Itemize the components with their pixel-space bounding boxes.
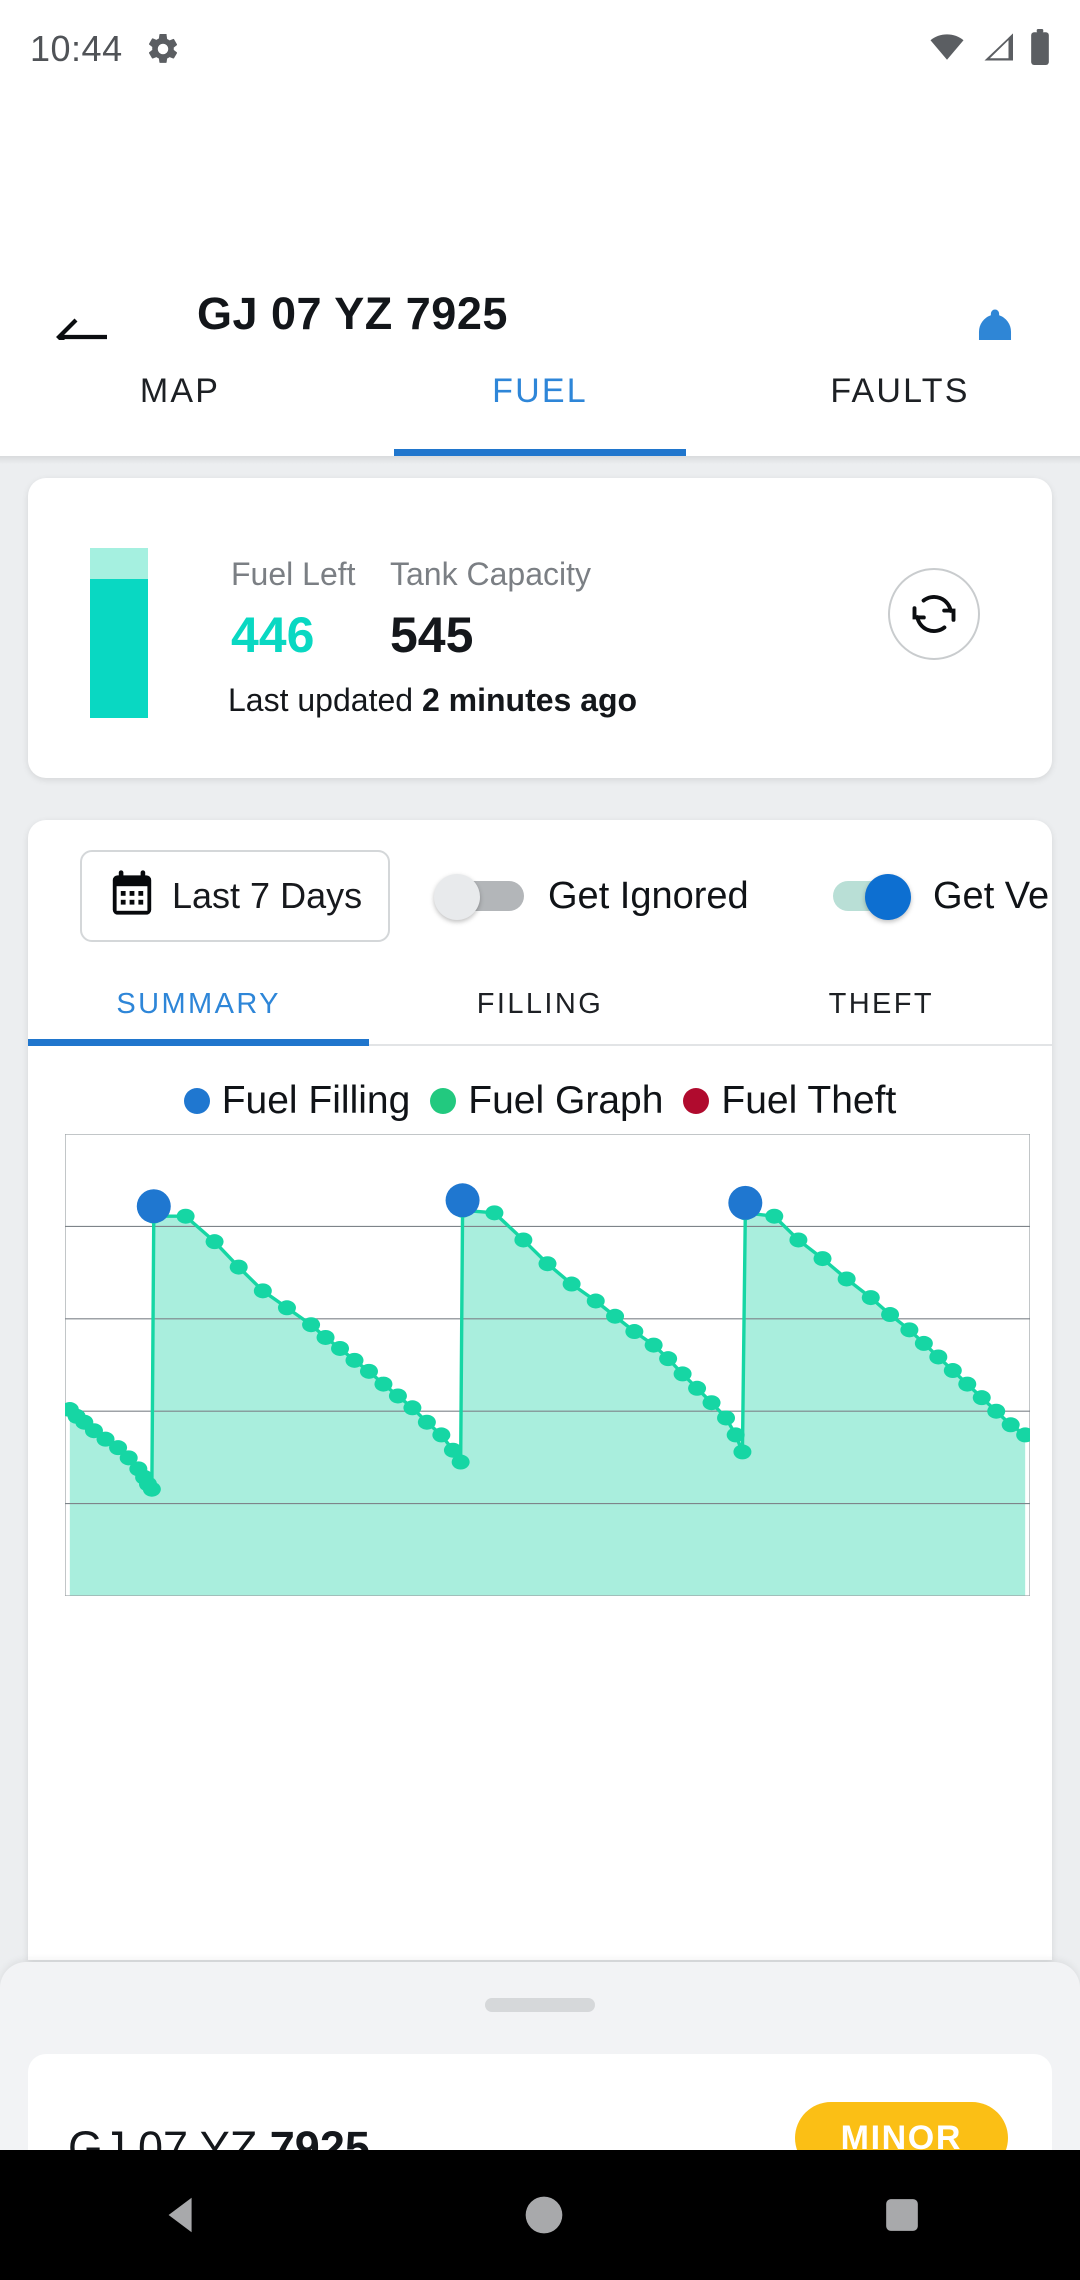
legend-dot-fuel-theft	[683, 1088, 710, 1114]
tab-map[interactable]: MAP	[0, 340, 360, 456]
get-verified-switch[interactable]	[823, 874, 911, 920]
legend-label-fuel-filling: Fuel Filling	[221, 1079, 411, 1122]
legend-dot-fuel-graph	[430, 1088, 457, 1114]
main-tab-bar: MAP FUEL FAULTS	[0, 340, 1080, 456]
fuel-left-value: 446	[231, 607, 315, 663]
legend-item-fuel-theft: Fuel Theft	[683, 1079, 896, 1123]
back-triangle-icon[interactable]	[159, 2192, 205, 2238]
calendar-icon	[108, 869, 156, 924]
subtab-summary[interactable]: SUMMARY	[28, 968, 370, 1046]
fuel-gauge	[90, 548, 148, 718]
tank-capacity-value: 545	[390, 607, 474, 663]
fuel-left-label: Fuel Left	[231, 556, 356, 592]
sheet-drag-handle[interactable]	[485, 1998, 595, 2012]
wifi-icon	[928, 32, 966, 67]
status-bar-time: 10:44	[30, 28, 123, 69]
toggle-get-verified[interactable]: Get Ve	[823, 874, 1050, 920]
fuel-summary-card: Fuel Left 446 Tank Capacity 545 Last upd…	[28, 478, 1052, 778]
date-range-label: Last 7 Days	[172, 875, 363, 916]
fuel-chart[interactable]	[65, 1134, 1030, 1596]
get-verified-label: Get Ve	[933, 874, 1050, 917]
subtab-filling[interactable]: FILLING	[369, 968, 710, 1044]
legend-item-fuel-graph: Fuel Graph	[430, 1079, 663, 1123]
tab-bar-shadow	[0, 456, 1080, 464]
legend-dot-fuel-filling	[183, 1088, 210, 1114]
legend-label-fuel-graph: Fuel Graph	[468, 1079, 664, 1122]
app-screen: 10:44 GJ 07 YZ 7925 MAP FUEL FAULTS Fuel…	[0, 0, 1080, 2280]
home-circle-icon[interactable]	[522, 2193, 566, 2237]
legend-item-fuel-filling: Fuel Filling	[183, 1079, 411, 1123]
date-range-button[interactable]: Last 7 Days	[80, 850, 391, 942]
android-nav-bar	[0, 2150, 1080, 2280]
battery-icon	[1030, 28, 1050, 70]
last-updated-prefix: Last updated	[228, 682, 422, 718]
last-updated-text: Last updated 2 minutes ago	[228, 682, 637, 719]
legend-label-fuel-theft: Fuel Theft	[721, 1079, 897, 1122]
gear-icon	[145, 31, 181, 67]
page-title: GJ 07 YZ 7925	[197, 288, 508, 339]
tank-capacity-label: Tank Capacity	[390, 556, 591, 592]
signal-icon	[980, 32, 1016, 67]
tab-fuel[interactable]: FUEL	[360, 340, 720, 456]
app-header: GJ 07 YZ 7925 Volvo - B8R 9400 BS4	[0, 98, 1080, 388]
graph-filter-row: Last 7 Days Get Ignored Get Ve	[28, 820, 1052, 968]
status-bar-icons	[928, 28, 1050, 70]
get-ignored-label: Get Ignored	[548, 874, 749, 917]
graph-subtab-bar: SUMMARY FILLING THEFT	[28, 968, 1052, 1046]
status-bar: 10:44	[0, 0, 1080, 98]
tab-faults[interactable]: FAULTS	[720, 340, 1080, 456]
subtab-theft[interactable]: THEFT	[711, 968, 1052, 1044]
last-updated-value: 2 minutes ago	[421, 682, 638, 718]
fuel-gauge-fill	[90, 578, 148, 718]
recents-square-icon[interactable]	[883, 2196, 921, 2234]
switch-thumb	[865, 874, 911, 920]
get-ignored-switch[interactable]	[434, 874, 526, 920]
switch-thumb	[434, 874, 480, 920]
chart-legend: Fuel Filling Fuel Graph Fuel Theft	[68, 1070, 1012, 1132]
refresh-icon[interactable]	[888, 568, 980, 660]
toggle-get-ignored[interactable]: Get Ignored	[434, 874, 749, 920]
